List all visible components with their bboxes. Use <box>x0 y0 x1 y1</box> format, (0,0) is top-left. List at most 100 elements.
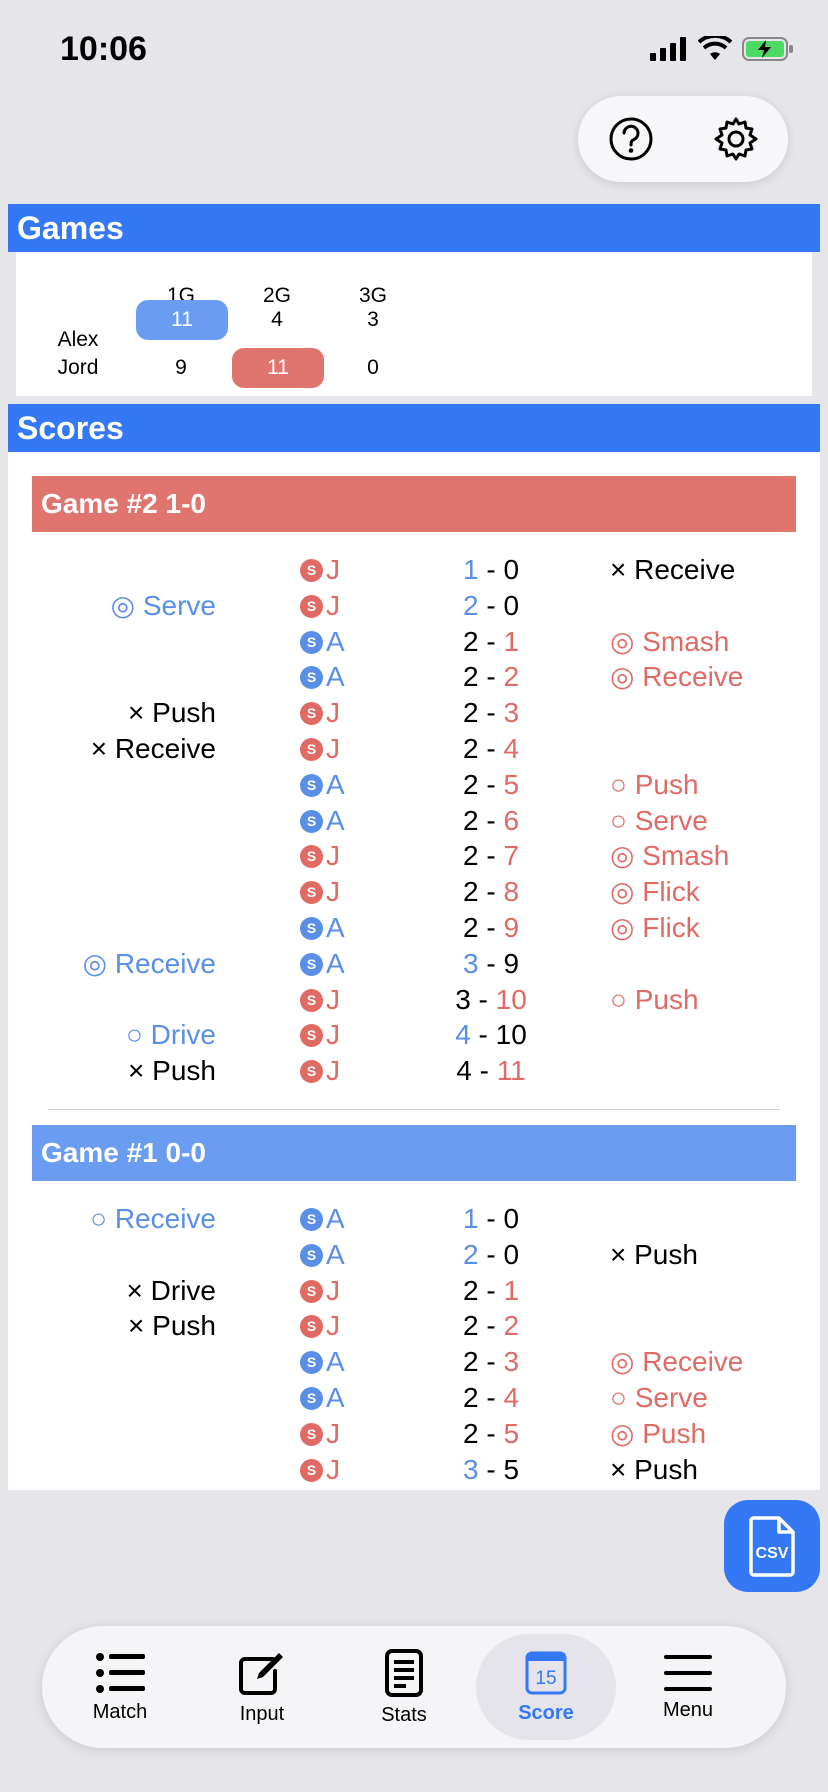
alex-action: ○ Drive <box>125 1019 216 1050</box>
rally-row: × Push S J 2 - 3 <box>8 695 820 731</box>
game-title-bar: Game #1 0-0 <box>32 1125 796 1181</box>
score-jord: 8 <box>503 876 520 907</box>
serve-badge-icon: S <box>300 1458 323 1482</box>
score-jord: 0 <box>503 1203 520 1234</box>
jord-action: × Receive <box>610 1487 735 1490</box>
game-score: 3 <box>367 308 379 331</box>
server-indicator: SJ <box>300 695 340 731</box>
score-alex: 2 <box>462 697 479 728</box>
serve-badge-icon: S <box>300 1422 323 1446</box>
server-indicator: SJ <box>300 982 340 1018</box>
tab-menu[interactable]: Menu <box>618 1634 758 1740</box>
score-jord: 9 <box>503 912 520 943</box>
running-score: 4 - 11 <box>388 1053 594 1089</box>
server-indicator: SA <box>300 1344 345 1380</box>
server-initial: J <box>326 590 340 621</box>
top-toolbar <box>578 96 788 182</box>
score-jord: 0 <box>503 1239 520 1270</box>
server-indicator: SJ <box>300 874 340 910</box>
jord-action: × Push <box>610 1239 698 1270</box>
score-alex: 2 <box>462 840 479 871</box>
server-indicator: SJ <box>300 1273 340 1309</box>
running-score: 2 - 7 <box>388 838 594 874</box>
jord-action: ◎ Smash <box>610 626 730 657</box>
scores-list[interactable]: Game #2 1-0 S J 1 - 0 × Receive ◎ Serve S J 2 - … <box>8 452 820 1490</box>
serve-badge-icon: S <box>300 1023 323 1047</box>
server-initial: A <box>326 661 345 692</box>
running-score: 2 - 3 <box>388 695 594 731</box>
score-separator: - <box>478 948 504 979</box>
csv-label: CSV <box>756 1545 789 1562</box>
game-divider <box>48 1109 780 1110</box>
server-indicator: SJ <box>300 731 340 767</box>
tab-stats[interactable]: Stats <box>334 1634 474 1740</box>
serve-badge-icon: S <box>300 701 323 725</box>
running-score: 2 - 5 <box>388 767 594 803</box>
serve-badge-icon: S <box>300 952 323 976</box>
csv-export-button[interactable]: CSV <box>724 1500 820 1592</box>
score-alex: 3 <box>455 984 471 1015</box>
server-initial: J <box>326 876 340 907</box>
score-separator: - <box>478 1346 504 1377</box>
running-score: 2 - 1 <box>388 1273 594 1309</box>
server-initial: A <box>326 948 345 979</box>
rally-row: SJ 2 - 8 ◎ Flick <box>8 874 820 910</box>
alex-action: × Push <box>128 697 216 728</box>
server-initial: J <box>326 554 340 585</box>
signal-icon <box>650 37 686 61</box>
tab-input[interactable]: Input <box>192 1634 332 1740</box>
jord-action: ◎ Flick <box>610 876 700 907</box>
score-alex: 2 <box>462 1310 479 1341</box>
score-separator: - <box>478 1310 504 1341</box>
help-button[interactable] <box>601 109 661 169</box>
jord-action: ○ Serve <box>610 805 708 836</box>
tab-score[interactable]: 15 Score <box>476 1634 616 1740</box>
score-alex: 3 <box>462 1454 479 1485</box>
serve-badge-icon: S <box>300 1207 323 1231</box>
rally-row: ○ Receive S A 1 - 0 <box>8 1201 820 1237</box>
server-indicator: SJ <box>300 1017 340 1053</box>
score-separator: - <box>470 1019 496 1050</box>
rally-row: SA 2 - 9 ◎ Flick <box>8 910 820 946</box>
server-indicator: SA <box>300 624 345 660</box>
score-separator: - <box>478 840 504 871</box>
serve-badge-icon: S <box>300 1279 323 1303</box>
score-jord: 5 <box>503 769 520 800</box>
server-indicator: SJ <box>300 1452 340 1488</box>
score-jord: 11 <box>496 1055 526 1086</box>
status-time: 10:06 <box>60 30 147 68</box>
rally-row: ○ Drive S J 4 - 10 <box>8 1017 820 1053</box>
list-icon <box>96 1652 145 1693</box>
score-alex: 2 <box>462 661 479 692</box>
running-score: 2 - 9 <box>388 910 594 946</box>
server-indicator: SJ <box>300 1308 340 1344</box>
score-separator: - <box>478 626 504 657</box>
score-alex: 2 <box>462 769 479 800</box>
scores-header: Scores <box>8 404 820 452</box>
tab-label: Menu <box>662 1698 714 1721</box>
rally-row: ◎ Receive S A 3 - 9 <box>8 946 820 982</box>
score-separator: - <box>478 661 504 692</box>
score-alex: 1 <box>462 1203 479 1234</box>
game-score: 9 <box>175 356 187 379</box>
settings-button[interactable] <box>706 109 766 169</box>
tab-label: Stats <box>381 1703 427 1726</box>
score-separator: - <box>478 1382 504 1413</box>
score-jord: 0 <box>503 590 520 621</box>
server-indicator: SA <box>300 946 345 982</box>
running-score: 2 - 1 <box>388 624 594 660</box>
serve-badge-icon: S <box>300 1350 323 1374</box>
score-alex: 2 <box>462 1346 479 1377</box>
server-initial: J <box>326 697 340 728</box>
serve-badge-icon: S <box>300 630 323 654</box>
server-indicator: SJ <box>300 1053 340 1089</box>
game-score: 0 <box>367 356 379 379</box>
tab-match[interactable]: Match <box>50 1634 190 1740</box>
running-score: 2 - 6 <box>388 803 594 839</box>
rally-row: SA 2 - 3 ◎ Receive <box>8 1344 820 1380</box>
rally-row: SA 2 - 4 ○ Serve <box>8 1380 820 1416</box>
rally-row: × Push S J 2 - 2 <box>8 1308 820 1344</box>
rally-row: SJ 2 - 5 ◎ Push <box>8 1416 820 1452</box>
running-score: 2 - 5 <box>388 1416 594 1452</box>
score-jord: 10 <box>495 984 527 1015</box>
